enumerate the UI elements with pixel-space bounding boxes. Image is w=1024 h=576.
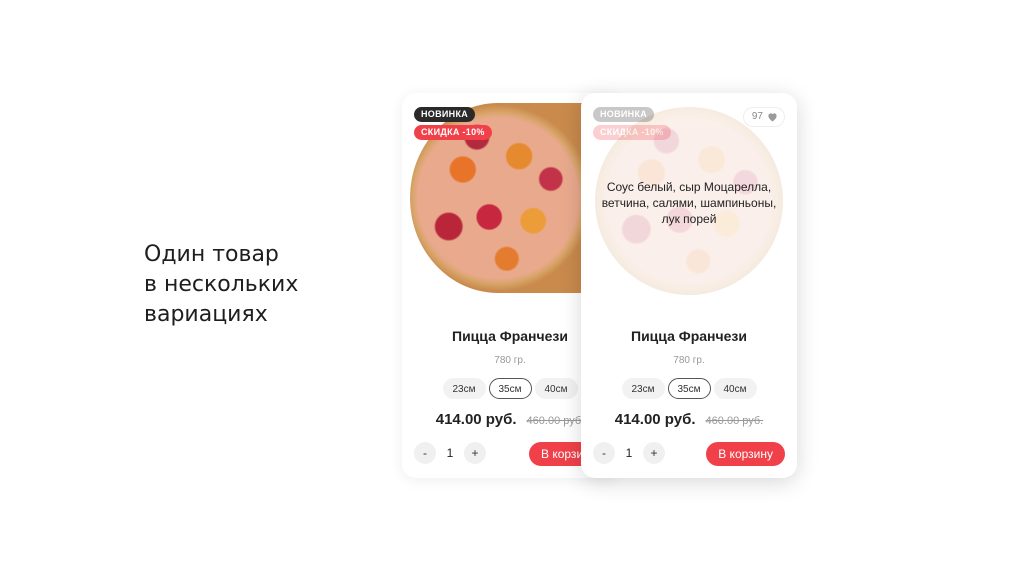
likes-button[interactable]: 97 <box>742 107 785 127</box>
old-price: 460.00 руб. <box>705 415 764 427</box>
add-to-cart-button[interactable]: В корзину <box>706 442 785 466</box>
size-selector: 23см 35см 40см <box>581 378 797 399</box>
decrement-button[interactable]: - <box>593 442 615 464</box>
sale-badge: СКИДКА -10% <box>414 125 492 140</box>
quantity-stepper: - 1 + <box>593 442 665 464</box>
price-row: 414.00 руб. 460.00 руб. <box>581 411 797 428</box>
new-badge: НОВИНКА <box>593 107 655 122</box>
price: 414.00 руб. <box>435 411 517 428</box>
quantity-stepper: - 1 + <box>414 442 486 464</box>
likes-count: 97 <box>751 111 763 122</box>
decrement-button[interactable]: - <box>414 442 436 464</box>
quantity-value: 1 <box>625 446 633 460</box>
product-description: Соус белый, сыр Моцарелла, ветчина, саля… <box>601 180 777 226</box>
size-option-23[interactable]: 23см <box>442 378 486 399</box>
increment-button[interactable]: + <box>643 442 665 464</box>
new-badge: НОВИНКА <box>414 107 476 122</box>
old-price: 460.00 руб. <box>526 415 585 427</box>
headline-line-3: вариациях <box>144 302 268 327</box>
price: 414.00 руб. <box>614 411 696 428</box>
product-title: Пицца Франчези <box>631 328 747 344</box>
product-card-hover[interactable]: НОВИНКА СКИДКА -10% 97 Соус белый, сыр М… <box>581 93 797 478</box>
heart-icon <box>768 113 777 122</box>
quantity-value: 1 <box>446 446 454 460</box>
increment-button[interactable]: + <box>464 442 486 464</box>
size-option-35[interactable]: 35см <box>667 378 711 399</box>
product-weight: 780 гр. <box>673 355 705 366</box>
size-option-35[interactable]: 35см <box>488 378 532 399</box>
size-option-40[interactable]: 40см <box>713 378 757 399</box>
headline-line-1: Один товар <box>144 242 279 267</box>
size-option-23[interactable]: 23см <box>621 378 665 399</box>
size-option-40[interactable]: 40см <box>534 378 578 399</box>
sale-badge: СКИДКА -10% <box>593 125 671 140</box>
headline-line-2: в нескольких <box>144 272 299 297</box>
headline: Один товар в нескольких вариациях <box>144 240 364 330</box>
